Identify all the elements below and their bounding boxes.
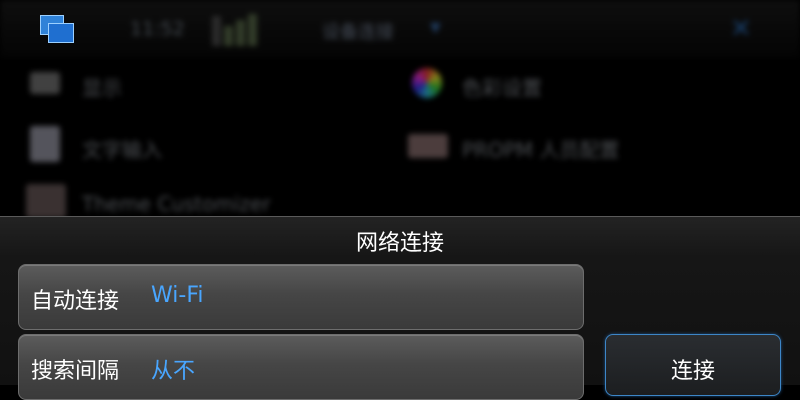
bg-item-theme-customizer: Theme Customizer	[82, 192, 271, 216]
connect-button[interactable]: 连接	[605, 334, 781, 396]
bg-item-color: 色彩设置	[462, 76, 542, 100]
theme-icon	[26, 184, 66, 216]
display-icon	[30, 72, 60, 94]
status-bar: 11:52 设备连接 ▼ ✕	[0, 0, 800, 58]
bg-item-profile: PROPM 人员配置	[462, 138, 620, 162]
background-app: 11:52 设备连接 ▼ ✕ 显示 文字输入 Theme Customizer …	[0, 0, 800, 216]
profile-icon	[408, 134, 448, 158]
bg-item-text-input: 文字输入	[82, 138, 162, 162]
dialog-title: 网络连接	[355, 231, 444, 256]
connect-button-label: 连接	[670, 359, 715, 384]
close-icon: ✕	[730, 14, 752, 44]
status-clock: 11:52	[130, 18, 185, 40]
search-interval-label: 搜索间隔	[31, 359, 120, 384]
status-indicators-icon	[212, 12, 270, 46]
auto-connect-value: Wi-Fi	[151, 283, 204, 308]
status-title: 设备连接	[322, 22, 394, 43]
text-input-icon	[30, 126, 60, 162]
bg-item-display: 显示	[82, 76, 122, 100]
search-interval-value: 从不	[151, 359, 196, 384]
auto-connect-selector[interactable]: 自动连接 Wi-Fi	[18, 264, 584, 330]
auto-connect-label: 自动连接	[31, 289, 120, 314]
color-icon	[412, 68, 442, 98]
search-interval-selector[interactable]: 搜索间隔 从不	[18, 334, 584, 400]
chevron-down-icon: ▼	[430, 20, 441, 36]
background-app-content: 11:52 设备连接 ▼ ✕ 显示 文字输入 Theme Customizer …	[0, 0, 800, 216]
task-switcher-icon[interactable]	[40, 15, 74, 43]
